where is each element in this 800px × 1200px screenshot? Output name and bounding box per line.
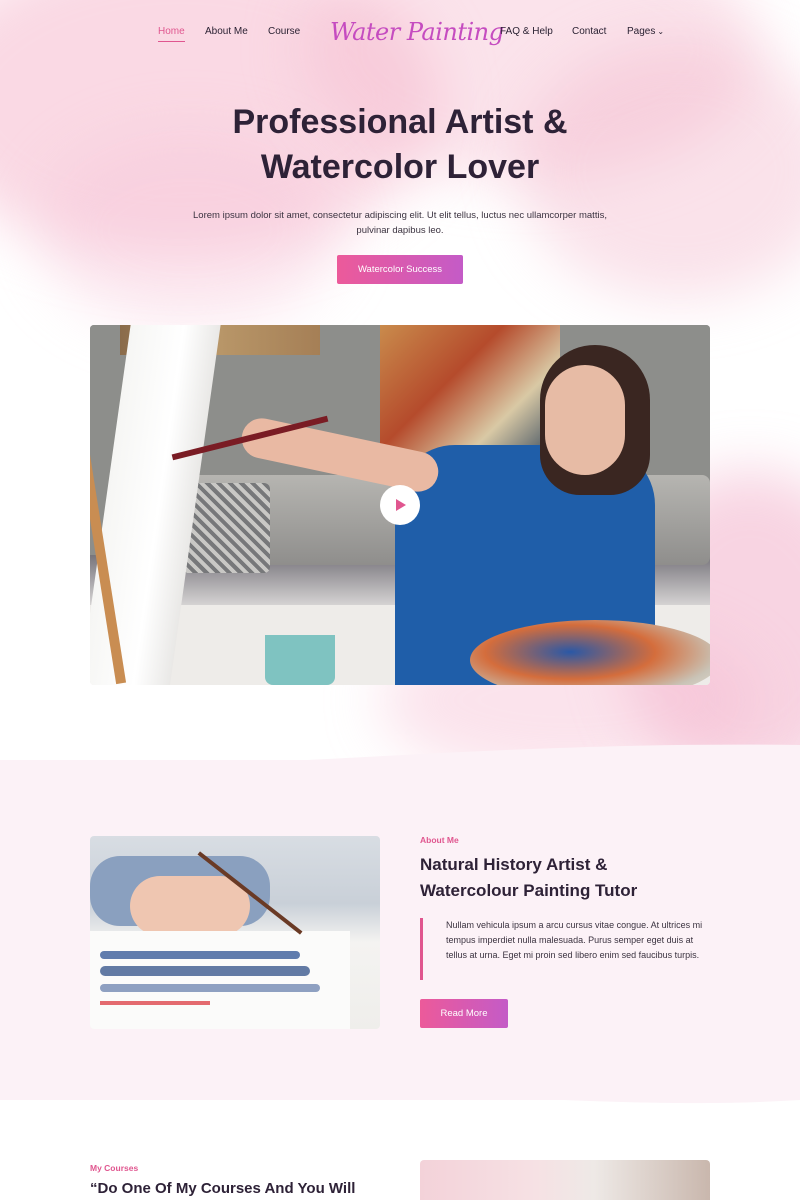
about-image [90, 836, 380, 1029]
about-eyebrow: About Me [420, 835, 459, 845]
hero-description: Lorem ipsum dolor sit amet, consectetur … [193, 210, 607, 236]
about-title-line2: Watercolour Painting Tutor [420, 881, 638, 900]
paint-stroke [100, 966, 310, 976]
courses-title: “Do One Of My Courses And You Will [90, 1180, 356, 1197]
courses-eyebrow: My Courses [90, 1163, 139, 1173]
hand [130, 876, 250, 936]
artist-face [545, 365, 625, 475]
about-description: Nullam vehicula ipsum a arcu cursus vita… [420, 918, 715, 980]
hero-title: Professional Artist & Watercolor Lover [100, 100, 700, 190]
nav-course[interactable]: Course [268, 26, 300, 37]
paint-stroke [100, 984, 320, 992]
hero-title-line2: Watercolor Lover [260, 148, 540, 186]
paper [90, 931, 350, 1029]
courses-image [420, 1160, 710, 1200]
nav-home[interactable]: Home [158, 26, 185, 42]
read-more-button[interactable]: Read More [420, 999, 508, 1028]
play-icon [396, 499, 406, 511]
page: Home About Me Course Water Painting FAQ … [0, 0, 800, 1200]
wall-painting [380, 325, 560, 455]
about-title: Natural History Artist & Watercolour Pai… [420, 852, 720, 904]
hero-title-line1: Professional Artist & [232, 103, 568, 141]
intro-video[interactable] [90, 325, 710, 685]
nav-contact[interactable]: Contact [572, 26, 606, 37]
nav-pages[interactable]: Pages ⌄ [627, 26, 664, 37]
about-title-line1: Natural History Artist & [420, 855, 608, 874]
paint-stroke [100, 951, 300, 959]
main-nav: Home About Me Course Water Painting FAQ … [0, 18, 800, 48]
section-wave-bottom [0, 1060, 800, 1104]
site-logo[interactable]: Water Painting [330, 18, 504, 52]
nav-faq-help[interactable]: FAQ & Help [500, 26, 553, 37]
nav-pages-label: Pages [627, 26, 656, 37]
watercolor-success-button[interactable]: Watercolor Success [337, 255, 463, 284]
paint-stroke [100, 1001, 210, 1005]
brush-cup [265, 635, 335, 685]
chevron-down-icon: ⌄ [657, 27, 665, 36]
nav-about-me[interactable]: About Me [205, 26, 248, 37]
play-button[interactable] [380, 485, 420, 525]
